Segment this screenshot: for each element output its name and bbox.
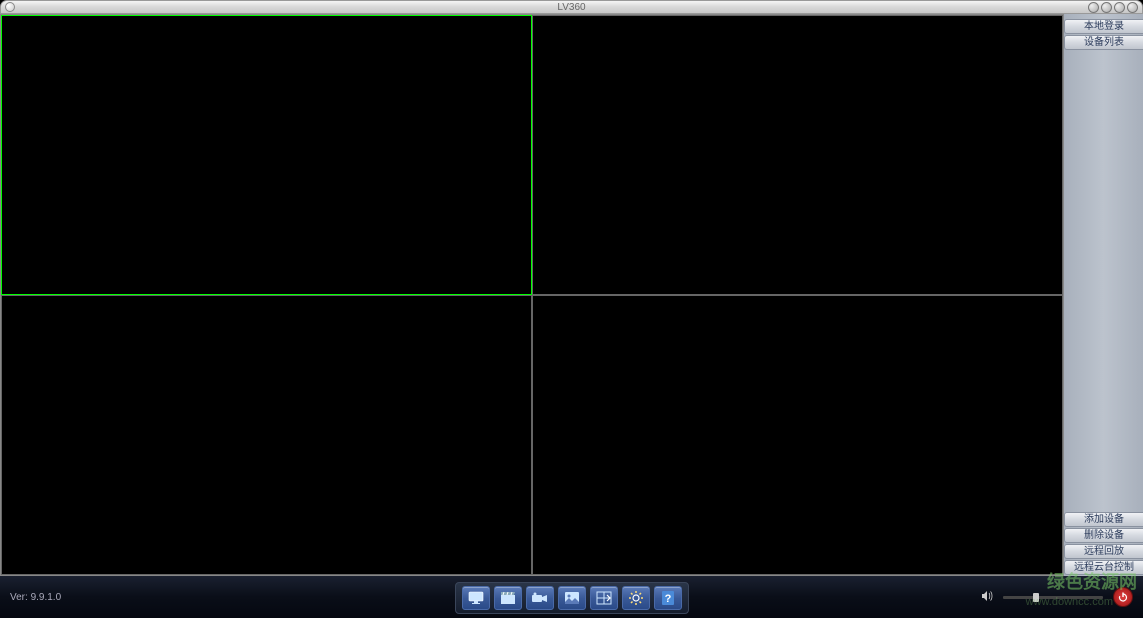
close-window-button[interactable] [1127, 2, 1138, 13]
video-cell-2[interactable] [532, 15, 1063, 295]
version-label: Ver: 9.9.1.0 [10, 592, 61, 603]
gear-light-icon [627, 590, 645, 606]
video-cell-1[interactable] [1, 15, 532, 295]
bottom-bar: Ver: 9.9.1.0 ? [0, 576, 1143, 618]
svg-text:?: ? [664, 593, 671, 605]
layout-icon [595, 590, 613, 606]
clapper-icon [499, 590, 517, 606]
add-device-button[interactable]: 添加设备 [1064, 512, 1143, 527]
question-icon: ? [659, 590, 677, 606]
video-cell-3[interactable] [1, 295, 532, 575]
help-button[interactable]: ? [654, 586, 682, 610]
volume-thumb[interactable] [1033, 593, 1039, 602]
layout-button[interactable] [590, 586, 618, 610]
volume-icon[interactable] [981, 590, 993, 605]
video-grid [0, 14, 1064, 576]
record-button[interactable] [494, 586, 522, 610]
window-title: LV360 [557, 2, 585, 13]
image-icon [563, 590, 581, 606]
app-icon [5, 2, 15, 12]
settings-button[interactable] [622, 586, 650, 610]
power-button[interactable] [1113, 587, 1133, 607]
remote-playback-button[interactable]: 远程回放 [1064, 544, 1143, 559]
monitor-icon [467, 590, 485, 606]
sidebar: 本地登录设备列表 添加设备删除设备远程回放远程云台控制 [1064, 14, 1143, 576]
toolbar: ? [455, 582, 689, 614]
camera-button[interactable] [526, 586, 554, 610]
maximize-button[interactable] [1101, 2, 1112, 13]
local-login-button[interactable]: 本地登录 [1064, 19, 1143, 34]
volume-slider[interactable] [1003, 596, 1103, 599]
restore-button[interactable] [1114, 2, 1125, 13]
device-list-button[interactable]: 设备列表 [1064, 35, 1143, 50]
video-cell-4[interactable] [532, 295, 1063, 575]
minimize-button[interactable] [1088, 2, 1099, 13]
snapshot-button[interactable] [558, 586, 586, 610]
titlebar: LV360 [0, 0, 1143, 14]
display-button[interactable] [462, 586, 490, 610]
camera-icon [531, 590, 549, 606]
delete-device-button[interactable]: 删除设备 [1064, 528, 1143, 543]
remote-ptz-control-button[interactable]: 远程云台控制 [1064, 560, 1143, 575]
